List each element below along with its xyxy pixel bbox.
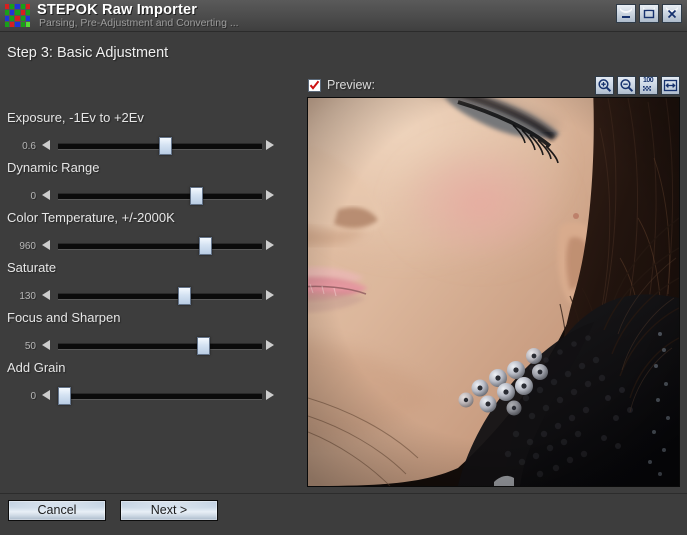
slider-track[interactable] [58,393,262,400]
zoom-in-icon[interactable] [595,76,614,95]
bayer-cell [21,10,25,15]
slider-label: Add Grain [7,360,66,375]
bayer-cell [26,22,30,27]
stepok-raw-importer-window: STEPOK Raw Importer Parsing, Pre-Adjustm… [0,0,687,535]
slider-group: Dynamic Range 0 [0,160,292,210]
slider-track[interactable] [58,343,262,350]
decrement-arrow-icon[interactable] [42,340,50,350]
next-button[interactable]: Next > [120,500,218,521]
decrement-arrow-icon[interactable] [42,390,50,400]
decrement-arrow-icon[interactable] [42,290,50,300]
bayer-cell [5,4,9,9]
bayer-cell [15,16,19,21]
decrement-arrow-icon[interactable] [42,240,50,250]
preview-zoom-toolbar: 100 [595,76,680,95]
slider-thumb[interactable] [58,387,71,405]
slider-value: 0.6 [0,141,36,152]
bayer-cell [15,4,19,9]
bayer-cell [26,16,30,21]
bayer-cell [10,10,14,15]
slider-track[interactable] [58,143,262,150]
bayer-cell [21,16,25,21]
slider-row: 50 [0,337,292,357]
zoom-out-icon[interactable] [617,76,636,95]
increment-arrow-icon[interactable] [266,240,274,250]
slider-group: Saturate 130 [0,260,292,310]
slider-label: Dynamic Range [7,160,100,175]
slider-value: 0 [0,391,36,402]
slider-label: Saturate [7,260,56,275]
bayer-cell [15,10,19,15]
slider-group: Add Grain 0 [0,360,292,410]
increment-arrow-icon[interactable] [266,290,274,300]
bayer-cell [21,4,25,9]
actual-size-icon[interactable]: 100 [639,76,658,95]
slider-label: Exposure, -1Ev to +2Ev [7,110,144,125]
bayer-cell [10,22,14,27]
bayer-cell [5,16,9,21]
slider-thumb[interactable] [178,287,191,305]
page-title: Step 3: Basic Adjustment [7,45,168,61]
increment-arrow-icon[interactable] [266,140,274,150]
close-button[interactable] [662,4,682,23]
preview-label: Preview: [327,78,375,92]
slider-row: 0 [0,187,292,207]
bayer-mosaic-icon [5,4,30,27]
slider-thumb[interactable] [159,137,172,155]
slider-value: 0 [0,191,36,202]
bayer-cell [5,22,9,27]
slider-group: Exposure, -1Ev to +2Ev 0.6 [0,110,292,160]
slider-value: 960 [0,241,36,252]
slider-label: Focus and Sharpen [7,310,120,325]
slider-thumb[interactable] [199,237,212,255]
slider-thumb[interactable] [190,187,203,205]
slider-row: 0.6 [0,137,292,157]
maximize-button[interactable] [639,4,659,23]
slider-row: 960 [0,237,292,257]
bayer-cell [5,10,9,15]
title-bar[interactable]: STEPOK Raw Importer Parsing, Pre-Adjustm… [0,0,687,32]
adjustment-controls-panel: Exposure, -1Ev to +2Ev 0.6 Dynamic Range 0 C… [0,110,292,410]
minimize-button[interactable] [616,4,636,23]
slider-row: 130 [0,287,292,307]
slider-thumb[interactable] [197,337,210,355]
window-controls [616,4,682,23]
slider-track[interactable] [58,293,262,300]
app-subtitle: Parsing, Pre-Adjustment and Converting .… [39,17,239,29]
bayer-cell [10,16,14,21]
preview-header: Preview: 100 [308,78,680,96]
preview-checkbox[interactable] [308,79,321,92]
bayer-cell [10,4,14,9]
cancel-button[interactable]: Cancel [8,500,106,521]
slider-group: Color Temperature, +/-2000K 960 [0,210,292,260]
slider-group: Focus and Sharpen 50 [0,310,292,360]
preview-photo [308,98,679,486]
slider-track[interactable] [58,193,262,200]
bayer-cell [15,22,19,27]
slider-value: 50 [0,341,36,352]
bayer-cell [26,4,30,9]
preview-image-frame[interactable] [307,97,680,487]
slider-value: 130 [0,291,36,302]
decrement-arrow-icon[interactable] [42,190,50,200]
increment-arrow-icon[interactable] [266,190,274,200]
slider-track[interactable] [58,243,262,250]
app-title: STEPOK Raw Importer [37,2,197,18]
increment-arrow-icon[interactable] [266,340,274,350]
increment-arrow-icon[interactable] [266,390,274,400]
bayer-cell [26,10,30,15]
fit-to-window-icon[interactable] [661,76,680,95]
slider-label: Color Temperature, +/-2000K [7,210,175,225]
slider-row: 0 [0,387,292,407]
bayer-cell [21,22,25,27]
footer-divider [0,493,687,494]
decrement-arrow-icon[interactable] [42,140,50,150]
